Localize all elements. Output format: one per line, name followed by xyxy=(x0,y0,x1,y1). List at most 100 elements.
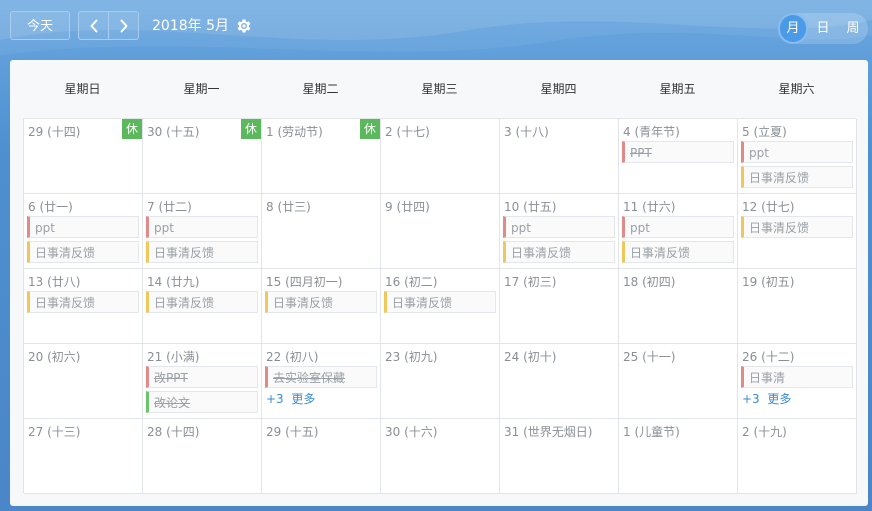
day-cell[interactable]: 23 (初九) xyxy=(381,344,500,419)
day-cell[interactable]: 29 (十五) xyxy=(262,419,381,494)
day-cell[interactable]: 31 (世界无烟日) xyxy=(500,419,619,494)
event-item[interactable]: ppt xyxy=(146,216,258,238)
event-item[interactable]: 日事清反馈 xyxy=(27,241,139,263)
weekday-header: 星期日 星期一 星期二 星期三 星期四 星期五 星期六 xyxy=(23,60,856,117)
event-list: 日事清反馈 xyxy=(146,291,258,316)
day-cell[interactable]: 13 (廿八) 日事清反馈 xyxy=(24,269,143,344)
holiday-rest-badge: 休 xyxy=(360,119,380,139)
day-date-label: 26 (十二) xyxy=(742,350,795,364)
event-item[interactable]: 日事清 xyxy=(741,366,853,388)
day-cell[interactable]: 5 (立夏) ppt 日事清反馈 xyxy=(738,119,857,194)
event-item[interactable]: 去实验室保藏 xyxy=(265,366,377,388)
day-date-label: 29 (十四) xyxy=(28,125,81,139)
day-date-label: 17 (初三) xyxy=(504,275,557,289)
event-item[interactable]: PPT xyxy=(622,141,734,163)
day-cell[interactable]: 11 (廿六) ppt 日事清反馈 xyxy=(619,194,738,269)
day-date-label: 24 (初十) xyxy=(504,350,557,364)
event-item[interactable]: 日事清反馈 xyxy=(27,291,139,313)
day-cell[interactable]: 25 (十一) xyxy=(619,344,738,419)
day-cell[interactable]: 12 (廿七) 日事清反馈 xyxy=(738,194,857,269)
day-cell[interactable]: 30 (十五) 休 xyxy=(143,119,262,194)
event-item[interactable]: 日事清反馈 xyxy=(622,241,734,263)
day-date-label: 2 (十七) xyxy=(385,125,430,139)
event-item[interactable]: 日事清反馈 xyxy=(741,216,853,238)
day-cell[interactable]: 14 (廿九) 日事清反馈 xyxy=(143,269,262,344)
month-grid: 29 (十四) 休 30 (十五) 休 1 (劳动节) 休 2 (十七) 3 (十八) 4 (青… xyxy=(23,118,857,494)
day-date-label: 21 (小满) xyxy=(147,350,200,364)
day-date-label: 2 (十九) xyxy=(742,425,787,439)
more-events-link[interactable]: +3 更多 xyxy=(265,391,377,407)
day-cell[interactable]: 3 (十八) xyxy=(500,119,619,194)
day-date-label: 31 (世界无烟日) xyxy=(504,425,593,439)
day-cell[interactable]: 2 (十七) xyxy=(381,119,500,194)
day-date-label: 12 (廿七) xyxy=(742,200,795,214)
day-cell[interactable]: 29 (十四) 休 xyxy=(24,119,143,194)
day-cell[interactable]: 28 (十四) xyxy=(143,419,262,494)
day-cell[interactable]: 1 (儿童节) xyxy=(619,419,738,494)
day-date-label: 9 (廿四) xyxy=(385,200,430,214)
day-cell[interactable]: 26 (十二) 日事清 +3 更多 xyxy=(738,344,857,419)
month-navigation xyxy=(78,11,139,40)
event-item[interactable]: 日事清反馈 xyxy=(265,291,377,313)
event-list: ppt 日事清反馈 xyxy=(622,216,734,266)
event-item[interactable]: 日事清反馈 xyxy=(146,241,258,263)
day-cell[interactable]: 1 (劳动节) 休 xyxy=(262,119,381,194)
day-cell[interactable]: 6 (廿一) ppt 日事清反馈 xyxy=(24,194,143,269)
day-cell[interactable]: 24 (初十) xyxy=(500,344,619,419)
day-cell[interactable]: 2 (十九) xyxy=(738,419,857,494)
more-events-label: 更多 xyxy=(767,392,792,406)
event-item[interactable]: 日事清反馈 xyxy=(503,241,615,263)
weekday-label: 星期三 xyxy=(421,82,458,96)
day-date-label: 19 (初五) xyxy=(742,275,795,289)
day-cell[interactable]: 9 (廿四) xyxy=(381,194,500,269)
event-item[interactable]: ppt xyxy=(622,216,734,238)
day-date-label: 13 (廿八) xyxy=(28,275,81,289)
day-cell[interactable]: 8 (廿三) xyxy=(262,194,381,269)
day-cell[interactable]: 21 (小满) 改PPT 改论文 xyxy=(143,344,262,419)
day-cell[interactable]: 30 (十六) xyxy=(381,419,500,494)
today-button[interactable]: 今天 xyxy=(10,11,70,40)
view-month-button[interactable]: 月 xyxy=(778,13,808,44)
day-cell[interactable]: 20 (初六) xyxy=(24,344,143,419)
event-item[interactable]: ppt xyxy=(741,141,853,163)
day-date-label: 5 (立夏) xyxy=(742,125,787,139)
weekday-label: 星期四 xyxy=(540,82,577,96)
event-list: ppt 日事清反馈 xyxy=(27,216,139,266)
weekday-label: 星期六 xyxy=(778,82,815,96)
weekday-label: 星期二 xyxy=(302,82,339,96)
event-item[interactable]: 日事清反馈 xyxy=(741,166,853,188)
day-cell[interactable]: 15 (四月初一) 日事清反馈 xyxy=(262,269,381,344)
calendar-toolbar: 今天 2018年 5月 月 日 周 xyxy=(0,0,872,56)
day-date-label: 14 (廿九) xyxy=(147,275,200,289)
chevron-right-icon xyxy=(120,19,127,32)
next-month-button[interactable] xyxy=(108,12,138,39)
day-cell[interactable]: 27 (十三) xyxy=(24,419,143,494)
view-day-button[interactable]: 日 xyxy=(808,13,838,44)
previous-month-button[interactable] xyxy=(79,12,108,39)
day-date-label: 27 (十三) xyxy=(28,425,81,439)
event-item[interactable]: 改PPT xyxy=(146,366,258,388)
day-cell[interactable]: 7 (廿二) ppt 日事清反馈 xyxy=(143,194,262,269)
day-cell[interactable]: 16 (初二) 日事清反馈 xyxy=(381,269,500,344)
gear-icon[interactable] xyxy=(235,17,253,35)
event-item[interactable]: ppt xyxy=(27,216,139,238)
view-week-button[interactable]: 周 xyxy=(838,13,868,44)
day-cell[interactable]: 10 (廿五) ppt 日事清反馈 xyxy=(500,194,619,269)
day-date-label: 22 (初八) xyxy=(266,350,319,364)
day-date-label: 30 (十六) xyxy=(385,425,438,439)
event-list: 改PPT 改论文 xyxy=(146,366,258,416)
event-list: 日事清反馈 xyxy=(741,216,853,241)
more-events-link[interactable]: +3 更多 xyxy=(741,391,853,407)
event-item[interactable]: 日事清反馈 xyxy=(384,291,496,313)
day-cell[interactable]: 18 (初四) xyxy=(619,269,738,344)
day-cell[interactable]: 19 (初五) xyxy=(738,269,857,344)
event-item[interactable]: 日事清反馈 xyxy=(146,291,258,313)
weekday-label: 星期日 xyxy=(64,82,101,96)
event-list: PPT xyxy=(622,141,734,166)
event-item[interactable]: ppt xyxy=(503,216,615,238)
event-list: 日事清 +3 更多 xyxy=(741,366,853,407)
day-cell[interactable]: 4 (青年节) PPT xyxy=(619,119,738,194)
event-item[interactable]: 改论文 xyxy=(146,391,258,413)
day-cell[interactable]: 17 (初三) xyxy=(500,269,619,344)
day-cell[interactable]: 22 (初八) 去实验室保藏 +3 更多 xyxy=(262,344,381,419)
